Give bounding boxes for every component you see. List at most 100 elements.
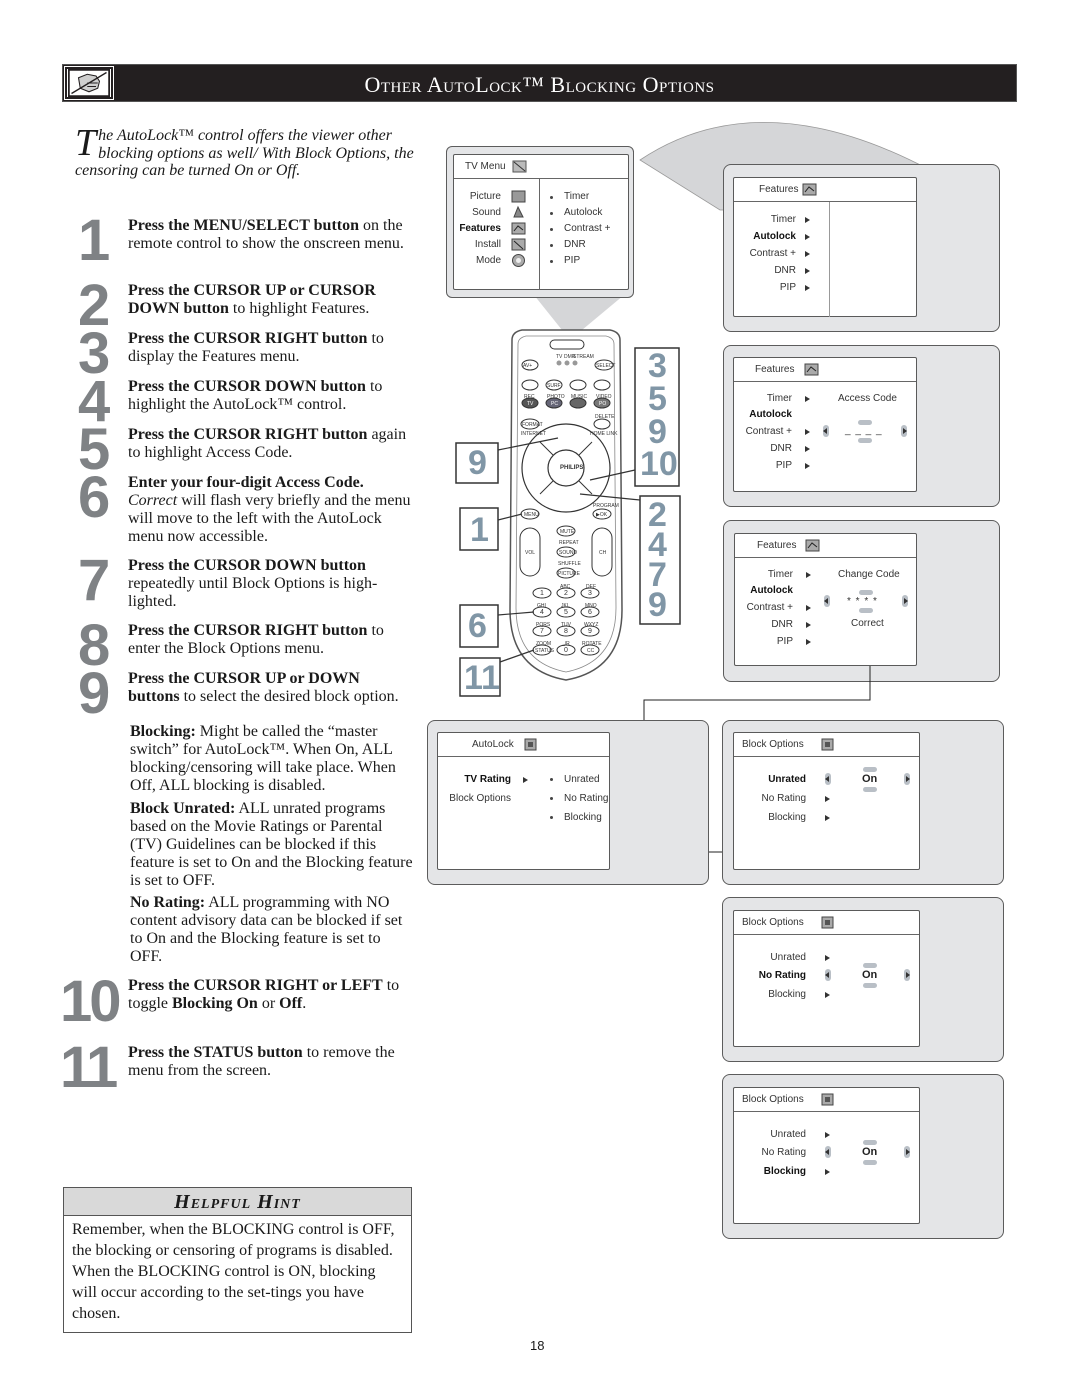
menu-item-autolock[interactable]: Autolock [749,409,792,420]
picture-icon [511,189,526,204]
menu-item-install[interactable]: Install [475,239,501,250]
menu-item-no-rating[interactable]: No Rating [762,1147,806,1158]
menu-item-no-rating[interactable]: No Rating [762,793,806,804]
menu-item-pip[interactable]: PIP [777,636,793,647]
code-input[interactable]: * * * * [847,596,878,607]
menu-item-tv-rating[interactable]: TV Rating [464,774,511,785]
arrow-down-icon[interactable] [863,787,877,792]
digit-0-button[interactable]: 0 [564,647,568,654]
bullet [550,260,553,263]
digit-3-button[interactable]: 3 [588,590,592,597]
menu-item-unrated[interactable]: Unrated [770,952,806,963]
features-icon [511,221,526,236]
status-button[interactable]: STATUS [535,648,554,654]
menu-item-mode[interactable]: Mode [476,255,501,266]
digit-6-button[interactable]: 6 [588,609,592,616]
step-3-bold: Press the CURSOR RIGHT button [128,330,368,347]
access-code-input[interactable]: _ _ _ _ [845,425,883,436]
arrow-right-icon[interactable] [904,969,910,981]
arrow-right-icon [805,396,810,402]
channel-rocker[interactable]: CH [599,550,606,556]
menu-item-dnr[interactable]: DNR [774,265,796,276]
menu-item-timer[interactable]: Timer [767,393,792,404]
menu-item-features[interactable]: Features [459,223,501,234]
arrow-up-icon[interactable] [863,767,877,772]
tv-button[interactable]: TV [527,401,533,407]
menu-item-no-rating[interactable]: No Rating [759,970,806,981]
menu-item-blocking[interactable]: Blocking [768,989,806,1000]
block-options-icon [820,1092,835,1107]
menu-item-contrast[interactable]: Contrast + [746,426,792,437]
arrow-left-icon[interactable] [825,969,831,981]
arrow-up-icon[interactable] [863,1140,877,1145]
arrow-right-icon[interactable] [901,425,907,437]
menu-item-contrast[interactable]: Contrast + [750,248,796,259]
menu-item-picture[interactable]: Picture [470,191,501,202]
unrated-value[interactable]: On [862,773,877,785]
menu-item-autolock[interactable]: Autolock [753,231,796,242]
menu-item-blocking[interactable]: Blocking [764,1166,806,1177]
no-rating-value[interactable]: On [862,969,877,981]
arrow-down-icon[interactable] [858,438,872,443]
remote-control-illustration: PHILIPS AV+ SELECT TV DMR STREAM SURF RE… [440,310,690,710]
po-button[interactable]: PO [599,401,606,407]
photo-label: PHOTO [547,394,565,400]
menu-item-blocking[interactable]: Blocking [768,812,806,823]
ok-button[interactable]: ▶OK [596,512,607,518]
menu-item-dnr[interactable]: DNR [771,619,793,630]
autolock-icon [523,737,538,752]
digit-8-button[interactable]: 8 [564,628,568,635]
sound-button[interactable]: SOUND [559,550,577,556]
arrow-left-icon[interactable] [823,425,829,437]
menu-item-contrast[interactable]: Contrast + [747,602,793,613]
digit-2-button[interactable]: 2 [564,590,568,597]
arrow-left-icon[interactable] [825,773,831,785]
arrow-right-icon[interactable] [902,595,908,607]
menu-item-pip[interactable]: PIP [776,460,792,471]
menu-item-dnr[interactable]: DNR [770,443,792,454]
arrow-left-icon[interactable] [824,595,830,607]
bullet [550,816,553,819]
definition-block-unrated: Block Unrated: ALL unrated programs base… [130,800,415,890]
menu-item-timer[interactable]: Timer [771,214,796,225]
menu-button[interactable]: MENU [524,512,539,518]
arrow-down-icon[interactable] [859,608,873,613]
select-button[interactable]: SELECT [596,363,615,369]
arrow-left-icon[interactable] [825,1146,831,1158]
step-7: Press the CURSOR DOWN button repeatedly … [128,557,413,611]
picture-button[interactable]: PICTURE [558,571,580,577]
pc-button[interactable]: PC [551,401,558,407]
bullet [550,228,553,231]
menu-item-sound[interactable]: Sound [472,207,501,218]
step-number-1: 1 [78,208,110,273]
step-6: Enter your four-digit Access Code. Corre… [128,474,413,546]
format-button[interactable]: FORMAT [522,422,543,428]
digit-1-button[interactable]: 1 [540,590,544,597]
arrow-up-icon[interactable] [859,590,873,595]
mute-button[interactable]: MUTE [560,529,574,535]
menu-item-unrated[interactable]: Unrated [768,774,806,785]
arrow-down-icon[interactable] [863,1160,877,1165]
menu-item-unrated[interactable]: Unrated [770,1129,806,1140]
arrow-up-icon[interactable] [863,963,877,968]
features-icon [805,538,820,553]
arrow-right-icon[interactable] [904,1146,910,1158]
menu-item-block-options[interactable]: Block Options [449,793,511,804]
digit-7-button[interactable]: 7 [540,628,544,635]
av-button[interactable]: AV+ [523,363,532,369]
arrow-right-icon[interactable] [904,773,910,785]
surf-button[interactable]: SURF [547,383,561,389]
bullet [550,244,553,247]
digit-5-button[interactable]: 5 [564,609,568,616]
screen-title-bar: Block Options [734,911,919,935]
cc-button[interactable]: CC [587,648,594,654]
volume-rocker[interactable]: VOL [525,550,535,556]
menu-item-pip[interactable]: PIP [780,282,796,293]
blocking-value[interactable]: On [862,1146,877,1158]
menu-item-timer[interactable]: Timer [768,569,793,580]
brand-logo: PHILIPS [560,465,584,471]
menu-item-autolock[interactable]: Autolock [750,585,793,596]
digit-9-button[interactable]: 9 [588,628,592,635]
digit-4-button[interactable]: 4 [540,609,544,616]
arrow-down-icon[interactable] [863,983,877,988]
